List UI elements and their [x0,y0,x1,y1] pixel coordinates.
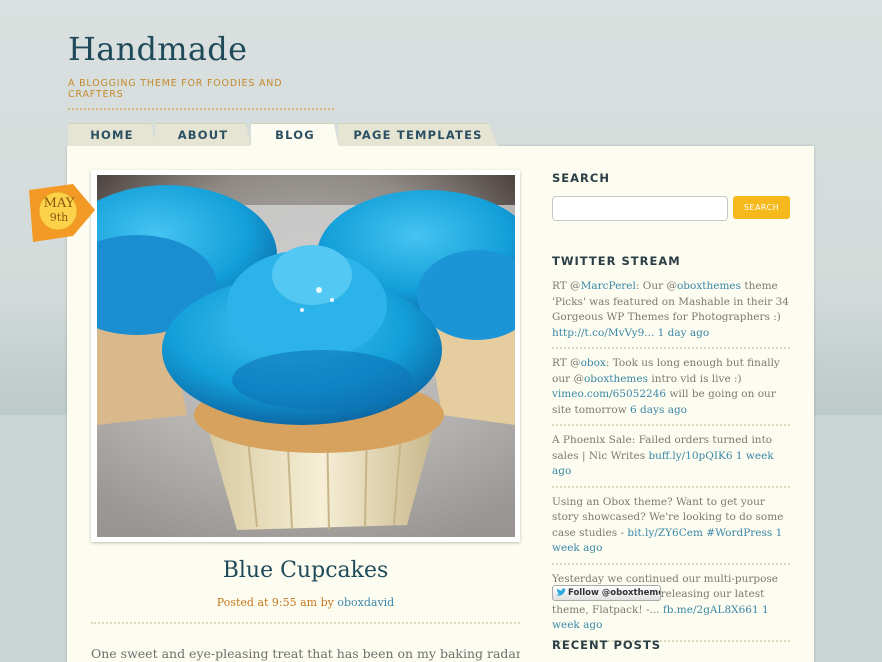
search-widget-title: SEARCH [552,171,610,185]
tweet-url-link[interactable]: bit.ly/ZY6Cem [627,527,703,539]
nav-tab-about[interactable]: ABOUT [155,123,251,146]
tweet-item: A Phoenix Sale: Failed orders turned int… [552,433,790,488]
post-author-link[interactable]: oboxdavid [337,596,394,609]
tweet-text: intro vid is live :) [648,372,742,385]
tweet-url-link[interactable]: vimeo.com/65052246 [552,388,666,400]
post-image-frame[interactable] [91,170,520,542]
tweet-text: : Our @ [635,280,677,292]
tweet-mention-link[interactable]: obox [581,357,606,369]
nav-tab-blog[interactable]: BLOG [251,123,339,148]
tweet-hashtag-link[interactable]: #WordPress [706,527,772,539]
post-excerpt: One sweet and eye-pleasing treat that ha… [91,646,520,661]
post-title[interactable]: Blue Cupcakes [91,558,520,583]
tweet-mention-link[interactable]: MarcPerel [581,280,636,292]
post-date-badge: MAY 9th [29,184,95,242]
tweet-item: RT @MarcPerel: Our @oboxthemes theme 'Pi… [552,279,790,349]
post-meta: Posted at 9:55 am by oboxdavid [91,596,520,609]
tweet-text: RT @ [552,357,581,369]
twitter-follow-label: Follow @oboxthemes [568,588,661,598]
tweet-url-link[interactable]: buff.ly/10pQIK6 [648,450,732,462]
post-date-day: 9th [49,211,69,224]
recent-posts-widget-title: RECENT POSTS [552,638,662,652]
tweet-time-link[interactable]: 1 day ago [658,327,710,339]
site-title[interactable]: Handmade [68,30,247,68]
cupcake-photo[interactable] [97,175,515,537]
nav-tab-home[interactable]: HOME [68,123,156,146]
post-date-month: MAY [43,196,75,211]
search-button[interactable]: SEARCH [733,196,790,219]
tweet-text: RT @ [552,280,581,292]
tweet-item: Yesterday we continued our multi-purpose… [552,572,790,642]
tweet-mention-link[interactable]: oboxthemes [584,373,648,385]
tweet-url-link[interactable]: fb.me/2gAL8X661 [663,604,759,616]
tweet-item: RT @obox: Took us long enough but finall… [552,356,790,426]
twitter-widget-title: TWITTER STREAM [552,254,681,268]
nav-tab-page-templates[interactable]: PAGE TEMPLATES [338,123,498,146]
site-tagline: A BLOGGING THEME FOR FOODIES AND CRAFTER… [68,78,334,110]
tweet-mention-link[interactable]: oboxthemes [677,280,741,292]
tweet-url-link[interactable]: http://t.co/MvVy9... [552,327,654,339]
post-meta-prefix: Posted at 9:55 am by [216,596,334,609]
post-divider [91,622,520,624]
cupcake-photo-icon [97,175,515,537]
tweet-time-link[interactable]: 6 days ago [630,404,687,416]
tweet-item: Using an Obox theme? Want to get your st… [552,495,790,565]
twitter-follow-button[interactable]: Follow @oboxthemes [552,585,661,601]
search-input[interactable] [552,196,728,221]
twitter-bird-icon [556,588,566,596]
